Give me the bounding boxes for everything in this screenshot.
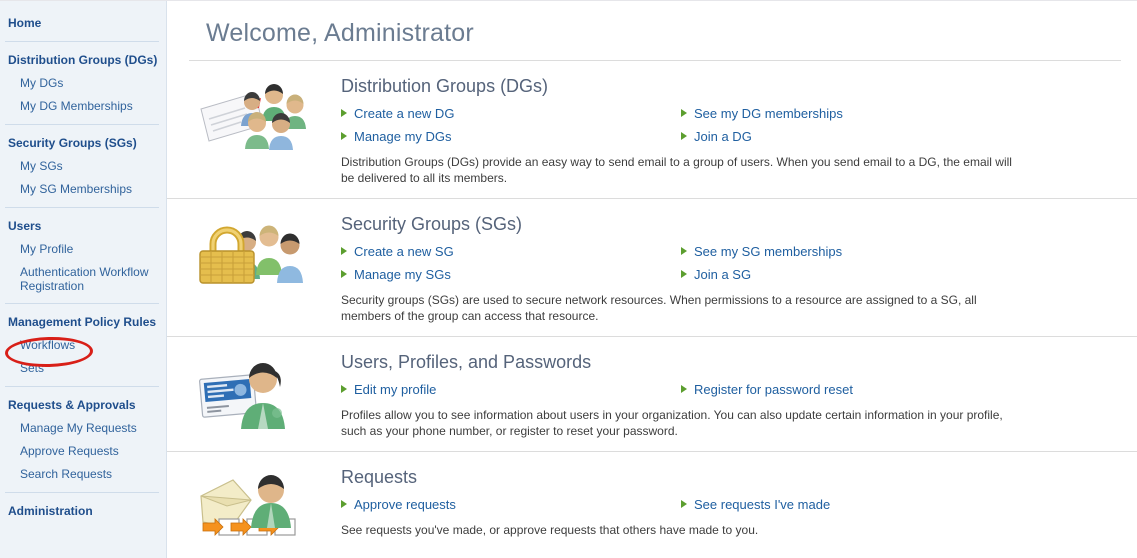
link-approve-requests[interactable]: Approve requests <box>354 495 456 515</box>
link-row: See my SG memberships <box>681 242 1121 262</box>
link-manage-my-dgs[interactable]: Manage my DGs <box>354 127 452 147</box>
link-grid: Create a new DG See my DG memberships Ma… <box>341 104 1121 147</box>
admin-portal-page: Home Distribution Groups (DGs) My DGs My… <box>0 0 1137 558</box>
nav-section-security-groups: Security Groups (SGs) My SGs My SG Membe… <box>0 131 166 201</box>
link-edit-my-profile[interactable]: Edit my profile <box>354 380 436 400</box>
sidebar-item-sets[interactable]: Sets <box>0 357 166 380</box>
arrow-bullet-icon <box>341 270 347 278</box>
sidebar-header-requests-approvals[interactable]: Requests & Approvals <box>0 393 166 417</box>
section-body: Requests Approve requests See requests I… <box>311 466 1121 538</box>
nav-divider <box>5 41 159 42</box>
workflow-person-icon <box>189 466 311 544</box>
section-description-users-profiles-passwords: Profiles allow you to see information ab… <box>341 407 1013 439</box>
sidebar-item-my-dg-memberships[interactable]: My DG Memberships <box>0 95 166 118</box>
link-join-a-dg[interactable]: Join a DG <box>694 127 752 147</box>
link-row: Register for password reset <box>681 380 1121 400</box>
link-see-my-dg-memberships[interactable]: See my DG memberships <box>694 104 843 124</box>
envelope-people-icon <box>189 75 311 153</box>
link-register-for-password-reset[interactable]: Register for password reset <box>694 380 853 400</box>
section-title-security-groups: Security Groups (SGs) <box>341 213 1121 235</box>
link-see-my-sg-memberships[interactable]: See my SG memberships <box>694 242 842 262</box>
section-title-users-profiles-passwords: Users, Profiles, and Passwords <box>341 351 1121 373</box>
link-row: Manage my SGs <box>341 265 681 285</box>
link-row: Edit my profile <box>341 380 681 400</box>
link-row: See my DG memberships <box>681 104 1121 124</box>
nav-section-administration: Administration <box>0 499 166 523</box>
link-row: Join a DG <box>681 127 1121 147</box>
page-title: Welcome, Administrator <box>167 1 1137 60</box>
nav-divider <box>5 386 159 387</box>
sidebar-item-authentication-workflow-registration[interactable]: Authentication Workflow Registration <box>0 261 166 297</box>
nav-divider <box>5 124 159 125</box>
link-row: Approve requests <box>341 495 681 515</box>
nav-divider <box>5 207 159 208</box>
section-security-groups: Security Groups (SGs) Create a new SG Se… <box>167 199 1137 337</box>
sidebar-item-my-profile[interactable]: My Profile <box>0 238 166 261</box>
arrow-bullet-icon <box>681 270 687 278</box>
section-body: Security Groups (SGs) Create a new SG Se… <box>311 213 1121 324</box>
link-row: See requests I've made <box>681 495 1121 515</box>
section-body: Distribution Groups (DGs) Create a new D… <box>311 75 1121 186</box>
arrow-bullet-icon <box>681 385 687 393</box>
sidebar-item-manage-my-requests[interactable]: Manage My Requests <box>0 417 166 440</box>
nav-section-home: Home <box>0 11 166 35</box>
nav-section-distribution-groups: Distribution Groups (DGs) My DGs My DG M… <box>0 48 166 118</box>
arrow-bullet-icon <box>341 500 347 508</box>
arrow-bullet-icon <box>341 247 347 255</box>
left-navigation-sidebar: Home Distribution Groups (DGs) My DGs My… <box>0 1 167 558</box>
sidebar-item-my-sgs[interactable]: My SGs <box>0 155 166 178</box>
arrow-bullet-icon <box>681 247 687 255</box>
link-see-requests-ive-made[interactable]: See requests I've made <box>694 495 830 515</box>
sidebar-header-distribution-groups[interactable]: Distribution Groups (DGs) <box>0 48 166 72</box>
sidebar-item-search-requests[interactable]: Search Requests <box>0 463 166 486</box>
link-grid: Approve requests See requests I've made <box>341 495 1121 515</box>
padlock-people-icon <box>189 213 311 291</box>
section-description-requests: See requests you've made, or approve req… <box>341 522 1013 538</box>
section-title-requests: Requests <box>341 466 1121 488</box>
arrow-bullet-icon <box>341 132 347 140</box>
section-distribution-groups: Distribution Groups (DGs) Create a new D… <box>167 61 1137 199</box>
nav-section-users: Users My Profile Authentication Workflow… <box>0 214 166 297</box>
sidebar-header-security-groups[interactable]: Security Groups (SGs) <box>0 131 166 155</box>
section-description-security-groups: Security groups (SGs) are used to secure… <box>341 292 1013 324</box>
link-row: Join a SG <box>681 265 1121 285</box>
id-card-person-icon <box>189 351 311 429</box>
sidebar-item-my-sg-memberships[interactable]: My SG Memberships <box>0 178 166 201</box>
link-create-a-new-sg[interactable]: Create a new SG <box>354 242 454 262</box>
sidebar-header-users[interactable]: Users <box>0 214 166 238</box>
nav-section-management-policy-rules: Management Policy Rules Workflows Sets <box>0 310 166 380</box>
section-users-profiles-passwords: Users, Profiles, and Passwords Edit my p… <box>167 337 1137 452</box>
link-join-a-sg[interactable]: Join a SG <box>694 265 751 285</box>
link-row: Create a new DG <box>341 104 681 124</box>
sidebar-item-approve-requests[interactable]: Approve Requests <box>0 440 166 463</box>
link-grid: Edit my profile Register for password re… <box>341 380 1121 400</box>
nav-divider <box>5 303 159 304</box>
sidebar-item-my-dgs[interactable]: My DGs <box>0 72 166 95</box>
link-create-a-new-dg[interactable]: Create a new DG <box>354 104 454 124</box>
nav-divider <box>5 492 159 493</box>
section-body: Users, Profiles, and Passwords Edit my p… <box>311 351 1121 439</box>
sidebar-header-management-policy-rules[interactable]: Management Policy Rules <box>0 310 166 334</box>
link-row: Manage my DGs <box>341 127 681 147</box>
sidebar-item-home[interactable]: Home <box>0 11 166 35</box>
main-content: Welcome, Administrator <box>167 1 1137 558</box>
arrow-bullet-icon <box>341 385 347 393</box>
nav-section-requests-approvals: Requests & Approvals Manage My Requests … <box>0 393 166 486</box>
section-description-distribution-groups: Distribution Groups (DGs) provide an eas… <box>341 154 1013 186</box>
sidebar-item-workflows[interactable]: Workflows <box>0 334 166 357</box>
arrow-bullet-icon <box>681 500 687 508</box>
arrow-bullet-icon <box>341 109 347 117</box>
sidebar-item-administration[interactable]: Administration <box>0 499 166 523</box>
link-grid: Create a new SG See my SG memberships Ma… <box>341 242 1121 285</box>
link-row: Create a new SG <box>341 242 681 262</box>
section-title-distribution-groups: Distribution Groups (DGs) <box>341 75 1121 97</box>
arrow-bullet-icon <box>681 132 687 140</box>
section-requests: Requests Approve requests See requests I… <box>167 452 1137 556</box>
arrow-bullet-icon <box>681 109 687 117</box>
link-manage-my-sgs[interactable]: Manage my SGs <box>354 265 451 285</box>
